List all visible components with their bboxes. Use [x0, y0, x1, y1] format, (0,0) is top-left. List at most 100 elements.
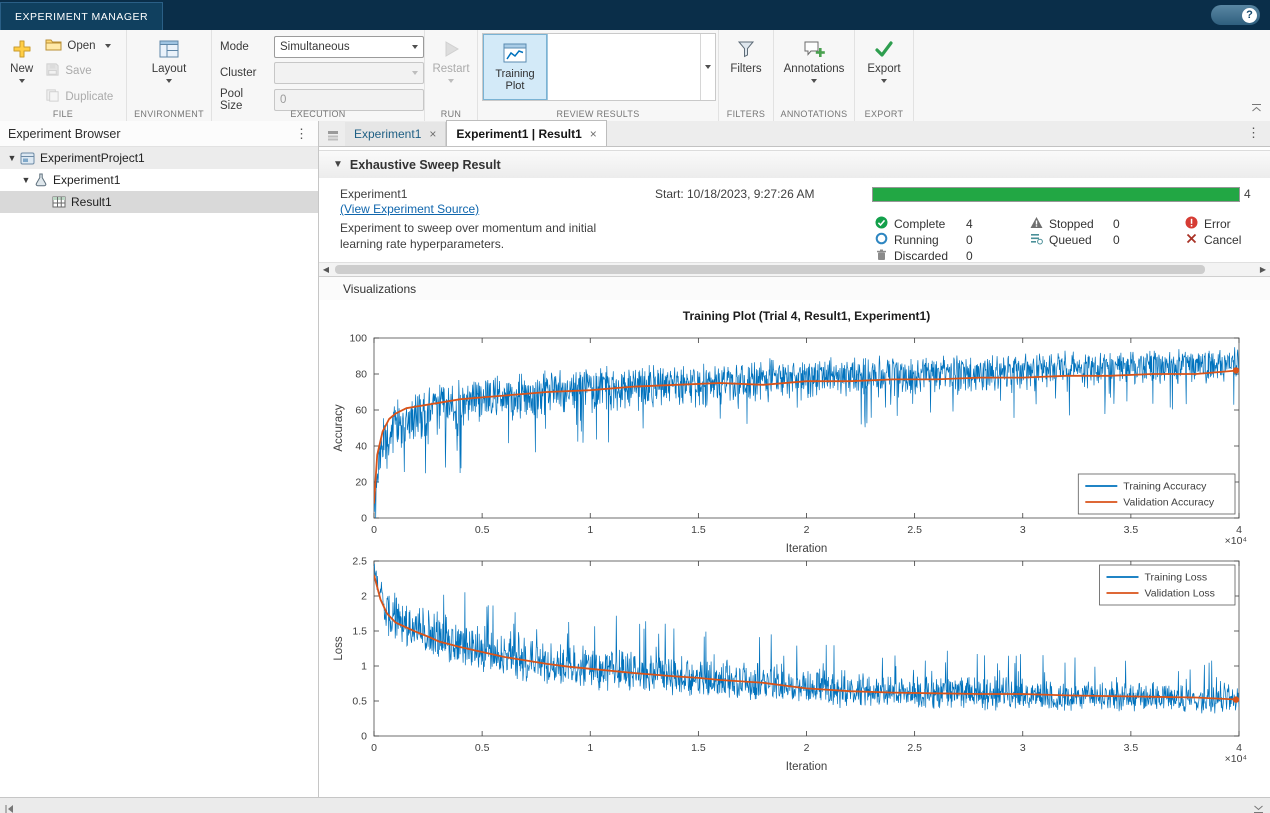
scroll-right-arrow-icon[interactable]: ▶	[1256, 264, 1270, 275]
status-bar	[0, 797, 1270, 813]
svg-text:0: 0	[371, 524, 377, 536]
filters-funnel-icon	[737, 36, 755, 62]
filters-button-label: Filters	[730, 63, 761, 76]
tree-item-experiment[interactable]: ▼ Experiment1	[0, 169, 318, 191]
svg-text:2.5: 2.5	[907, 742, 922, 754]
visualizations-title: Visualizations	[343, 282, 416, 296]
restart-button[interactable]: Restart	[428, 33, 474, 109]
accuracy-chart: 00.511.522.533.54020406080100IterationAc…	[324, 300, 1265, 558]
tree-item-result-selected[interactable]: Result1	[0, 191, 318, 213]
svg-text:2: 2	[361, 591, 367, 603]
experiment-browser-title: Experiment Browser	[8, 127, 121, 141]
exhaustive-sweep-result-header[interactable]: ▼ Exhaustive Sweep Result	[319, 150, 1270, 179]
open-dropdown-caret-icon[interactable]	[105, 44, 111, 48]
svg-text:20: 20	[355, 477, 367, 489]
experiment-flask-icon	[34, 173, 48, 187]
new-dropdown-caret-icon[interactable]	[19, 79, 25, 83]
pool-size-field[interactable]: 0	[274, 89, 424, 111]
svg-text:Training Plot (Trial 4, Result: Training Plot (Trial 4, Result1, Experim…	[683, 309, 930, 323]
svg-text:3: 3	[1020, 742, 1026, 754]
restart-dropdown-caret-icon[interactable]	[448, 79, 454, 83]
status-stopped: Stopped 0	[1030, 216, 1120, 231]
tab-bar-menu-icon[interactable]: ⋮	[1245, 125, 1262, 141]
collapse-bottom-icon[interactable]	[1253, 801, 1264, 813]
new-button-label: New	[10, 63, 33, 76]
ribbon-section-export: Export EXPORT	[855, 30, 914, 121]
ribbon-section-file: New Open Save	[0, 30, 127, 121]
layout-dropdown-caret-icon[interactable]	[166, 79, 172, 83]
scroll-left-arrow-icon[interactable]: ◀	[319, 264, 333, 275]
status-complete: Complete 4	[875, 216, 973, 231]
collapse-sidebar-icon[interactable]	[4, 801, 14, 813]
experiment-expand-caret-icon[interactable]: ▼	[20, 175, 32, 185]
project-icon	[20, 152, 35, 165]
save-button-label: Save	[65, 65, 91, 77]
help-icon: ?	[1242, 8, 1257, 23]
export-dropdown-caret-icon[interactable]	[881, 79, 887, 83]
gallery-dropdown-button[interactable]	[700, 34, 715, 100]
app-tab-experiment-manager[interactable]: EXPERIMENT MANAGER	[0, 2, 163, 31]
export-button[interactable]: Export	[858, 33, 910, 109]
mode-dropdown[interactable]: Simultaneous	[274, 36, 424, 58]
help-button[interactable]: ?	[1211, 5, 1260, 25]
mode-caret-icon	[412, 45, 418, 49]
save-button[interactable]: Save	[40, 61, 123, 82]
svg-text:0: 0	[361, 731, 367, 743]
tab-experiment1-result1[interactable]: Experiment1 | Result1 ×	[446, 120, 606, 146]
tab-list-icon[interactable]	[319, 130, 345, 146]
experiment-description-line2: learning rate hyperparameters.	[340, 236, 504, 252]
view-experiment-source-link[interactable]: (View Experiment Source)	[340, 202, 479, 216]
svg-text:1: 1	[361, 661, 367, 673]
svg-text:80: 80	[355, 369, 367, 381]
section-collapse-caret-icon[interactable]: ▼	[333, 159, 343, 170]
svg-text:3.5: 3.5	[1124, 742, 1139, 754]
result-table-icon	[52, 196, 66, 208]
ribbon-section-filters: Filters FILTERS	[719, 30, 774, 121]
review-results-section-label: REVIEW RESULTS	[478, 109, 718, 119]
svg-text:0: 0	[361, 513, 367, 525]
svg-text:1.5: 1.5	[691, 524, 706, 536]
layout-button[interactable]: Layout	[141, 33, 197, 109]
new-button[interactable]: New	[3, 33, 40, 109]
result-start-timestamp: Start: 10/18/2023, 9:27:26 AM	[655, 186, 814, 202]
scrollbar-thumb[interactable]	[335, 265, 1205, 274]
tab-experiment1-close-icon[interactable]: ×	[429, 127, 436, 141]
horizontal-scrollbar: ◀ ▶	[319, 262, 1270, 277]
open-folder-icon	[45, 38, 62, 54]
duplicate-button-label: Duplicate	[65, 91, 113, 103]
svg-text:Iteration: Iteration	[786, 761, 828, 773]
restart-play-icon	[442, 36, 460, 62]
duplicate-button[interactable]: Duplicate	[40, 86, 123, 107]
experiment-manager-window: EXPERIMENT MANAGER ? New	[0, 0, 1270, 813]
svg-text:0.5: 0.5	[475, 524, 490, 536]
status-queued: Queued 0	[1030, 232, 1120, 247]
annotations-dropdown-caret-icon[interactable]	[811, 79, 817, 83]
cluster-dropdown[interactable]	[274, 62, 424, 84]
pool-size-value: 0	[280, 94, 286, 106]
environment-section-label: ENVIRONMENT	[127, 109, 211, 119]
tab-experiment1[interactable]: Experiment1 ×	[345, 122, 446, 146]
filters-button[interactable]: Filters	[722, 33, 770, 109]
tree-item-project-label: ExperimentProject1	[40, 151, 145, 165]
layout-button-label: Layout	[152, 63, 187, 76]
trial-progress-bar	[872, 187, 1240, 202]
tab-experiment1-result1-close-icon[interactable]: ×	[590, 127, 597, 141]
error-icon	[1185, 216, 1198, 232]
svg-text:Training Loss: Training Loss	[1145, 572, 1208, 584]
file-section-label: FILE	[0, 109, 126, 119]
annotations-button[interactable]: Annotations	[778, 33, 850, 109]
ribbon-spacer	[914, 30, 1270, 121]
training-plot-toggle-button[interactable]: Training Plot	[483, 34, 548, 100]
project-expand-caret-icon[interactable]: ▼	[6, 153, 18, 163]
collapse-ribbon-icon[interactable]	[1251, 99, 1262, 117]
tree-item-result-label: Result1	[71, 195, 112, 209]
visualizations-header: Visualizations ⋮	[319, 276, 1270, 301]
svg-text:1: 1	[587, 524, 593, 536]
ribbon-section-execution: Mode Simultaneous Cluster Pool Size 0 EX…	[212, 30, 425, 121]
gallery-dropdown-caret-icon	[705, 65, 711, 69]
open-button[interactable]: Open	[40, 35, 123, 56]
svg-text:Validation Loss: Validation Loss	[1145, 588, 1215, 600]
duplicate-icon	[45, 88, 60, 106]
tree-item-project[interactable]: ▼ ExperimentProject1	[0, 147, 318, 169]
experiment-browser-menu-icon[interactable]: ⋮	[293, 126, 310, 142]
